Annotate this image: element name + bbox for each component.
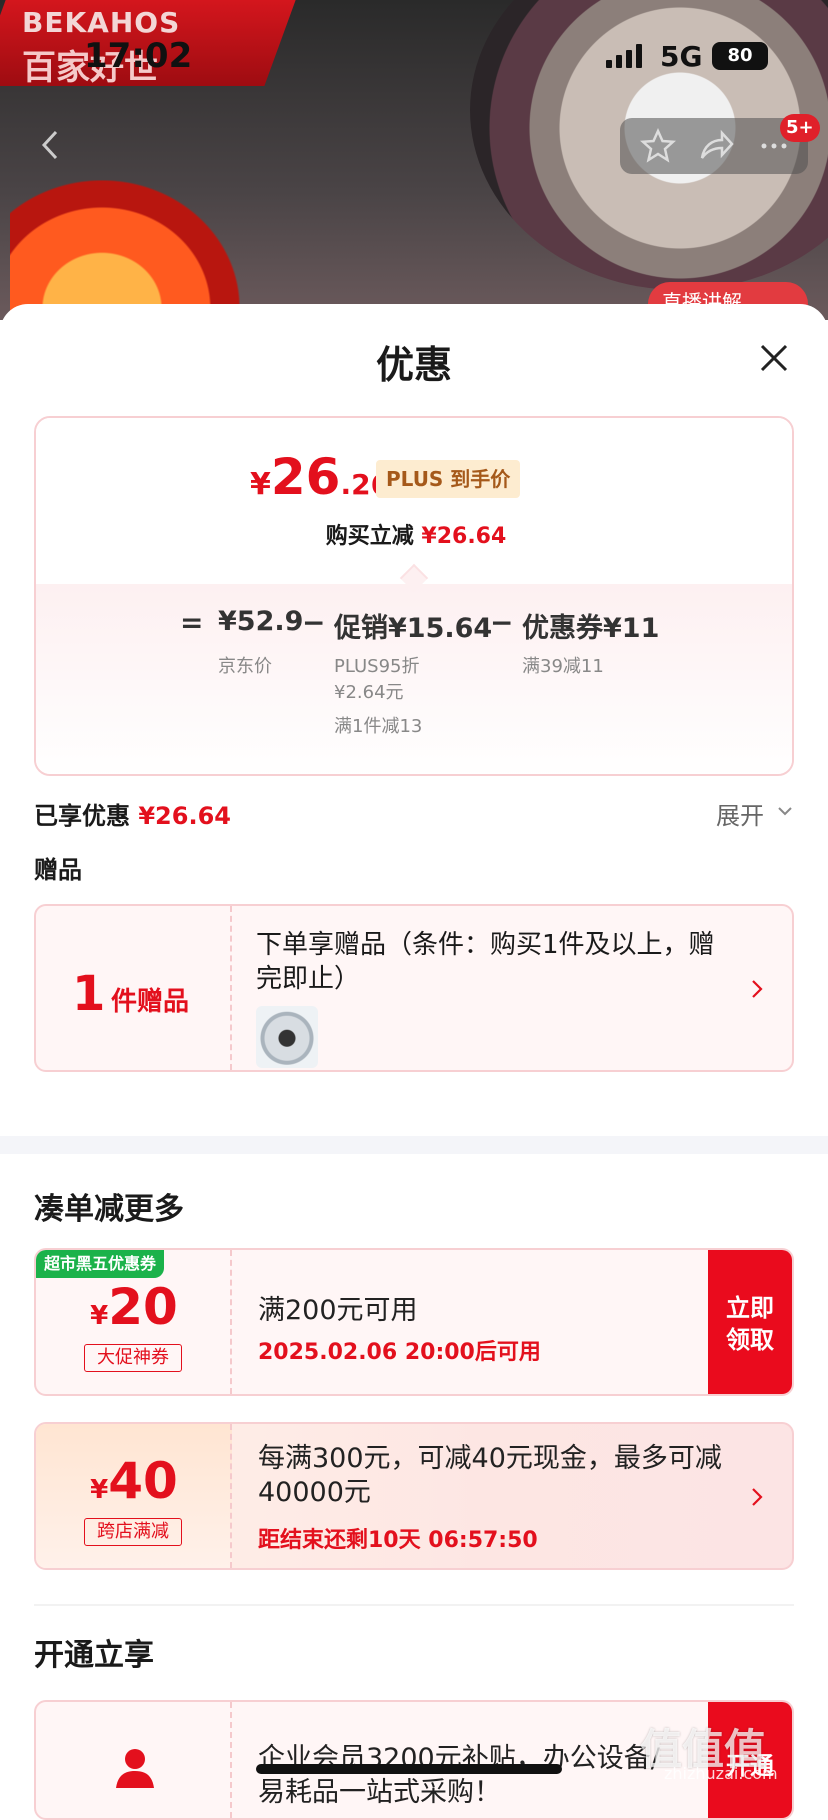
final-price: ¥26.26 (250, 448, 391, 506)
minus-sign: − (302, 606, 326, 639)
coupon-condition: 满200元可用 (258, 1295, 418, 1326)
coupon-countdown: 距结束还剩10天 06:57:50 (258, 1528, 538, 1553)
back-icon[interactable] (26, 120, 76, 170)
more-discount-title: 凑单减更多 (34, 1192, 184, 1227)
section-divider (34, 1604, 794, 1606)
coupon-card-40[interactable]: ¥40 跨店满减 每满300元，可减40元现金，最多可减40000元 距结束还剩… (34, 1422, 794, 1570)
saved-discount-row: 已享优惠 ¥26.64 (34, 802, 231, 830)
supermarket-coupon-tag: 超市黑五优惠券 (36, 1250, 165, 1278)
coupon-condition: 每满300元，可减40元现金，最多可减40000元 (258, 1443, 722, 1508)
chevron-down-icon[interactable] (776, 802, 794, 820)
coupon-type-tag: 跨店满减 (84, 1518, 182, 1546)
promo-detail-plus: PLUS95折 (334, 656, 420, 677)
status-bar: 17:02 5G 80 (0, 0, 828, 110)
discount-sheet: 优惠 ¥26.26 PLUS 到手价 购买立减 ¥26.64 = ¥52.9 京… (0, 304, 828, 1820)
jd-price: ¥52.9 (218, 606, 304, 637)
promo-detail-amount: ¥2.64元 (334, 682, 404, 703)
gift-description: 下单享赠品（条件：购买1件及以上，赠完即止） (256, 930, 715, 994)
chevron-right-icon[interactable] (746, 978, 768, 1000)
sheet-title: 优惠 (375, 343, 452, 387)
promo-flame-graphic (10, 180, 240, 320)
coupon-threshold: 满39减11 (522, 656, 604, 677)
gift-card[interactable]: 1 件赠品 下单享赠品（条件：购买1件及以上，赠完即止） (34, 904, 794, 1072)
coupon-valid-time: 2025.02.06 20:00后可用 (258, 1340, 541, 1365)
coupon-card-20[interactable]: 超市黑五优惠券 ¥20 大促神券 满200元可用 2025.02.06 20:0… (34, 1248, 794, 1396)
coupon-type-tag: 大促神券 (84, 1344, 182, 1372)
equals-sign: = (180, 606, 204, 639)
expand-button[interactable]: 展开 (716, 796, 764, 831)
claim-coupon-button[interactable]: 立即 领取 (708, 1250, 792, 1394)
status-time: 17:02 (84, 36, 193, 76)
promo-detail-threshold: 满1件减13 (334, 716, 423, 737)
watermark-url: zhizhuzai.com (664, 1764, 778, 1783)
favorite-star-icon[interactable] (638, 126, 678, 166)
enterprise-offer-text: 企业会员3200元补贴，办公设备/易耗品一站式采购！ (258, 1743, 660, 1808)
coupon-amount: 优惠券¥11 (522, 613, 660, 644)
jd-price-label: 京东价 (218, 656, 272, 677)
person-icon (116, 1749, 154, 1788)
message-count-badge: 5+ (780, 114, 820, 142)
gift-section-label: 赠品 (34, 856, 82, 884)
coupon-value: ¥40 (90, 1452, 178, 1510)
open-benefit-title: 开通立享 (34, 1638, 154, 1673)
price-summary-card: ¥26.26 PLUS 到手价 购买立减 ¥26.64 = ¥52.9 京东价 … (34, 416, 794, 776)
gift-count: 1 件赠品 (72, 966, 189, 1022)
signal-icon (606, 44, 642, 68)
gift-thumbnail[interactable] (256, 1006, 318, 1068)
close-icon[interactable] (752, 336, 796, 380)
network-type: 5G (660, 40, 703, 73)
plus-price-tag: PLUS 到手价 (376, 460, 521, 498)
home-indicator[interactable] (256, 1764, 562, 1774)
chevron-right-icon[interactable] (746, 1486, 768, 1508)
share-icon[interactable] (696, 126, 736, 166)
section-divider (0, 1136, 828, 1154)
promo-amount: 促销¥15.64 (334, 613, 493, 644)
battery-icon: 80 (712, 42, 768, 70)
coupon-value: ¥20 (90, 1278, 178, 1336)
instant-discount-line: 购买立减 ¥26.64 (325, 524, 507, 549)
minus-sign: − (490, 606, 514, 639)
